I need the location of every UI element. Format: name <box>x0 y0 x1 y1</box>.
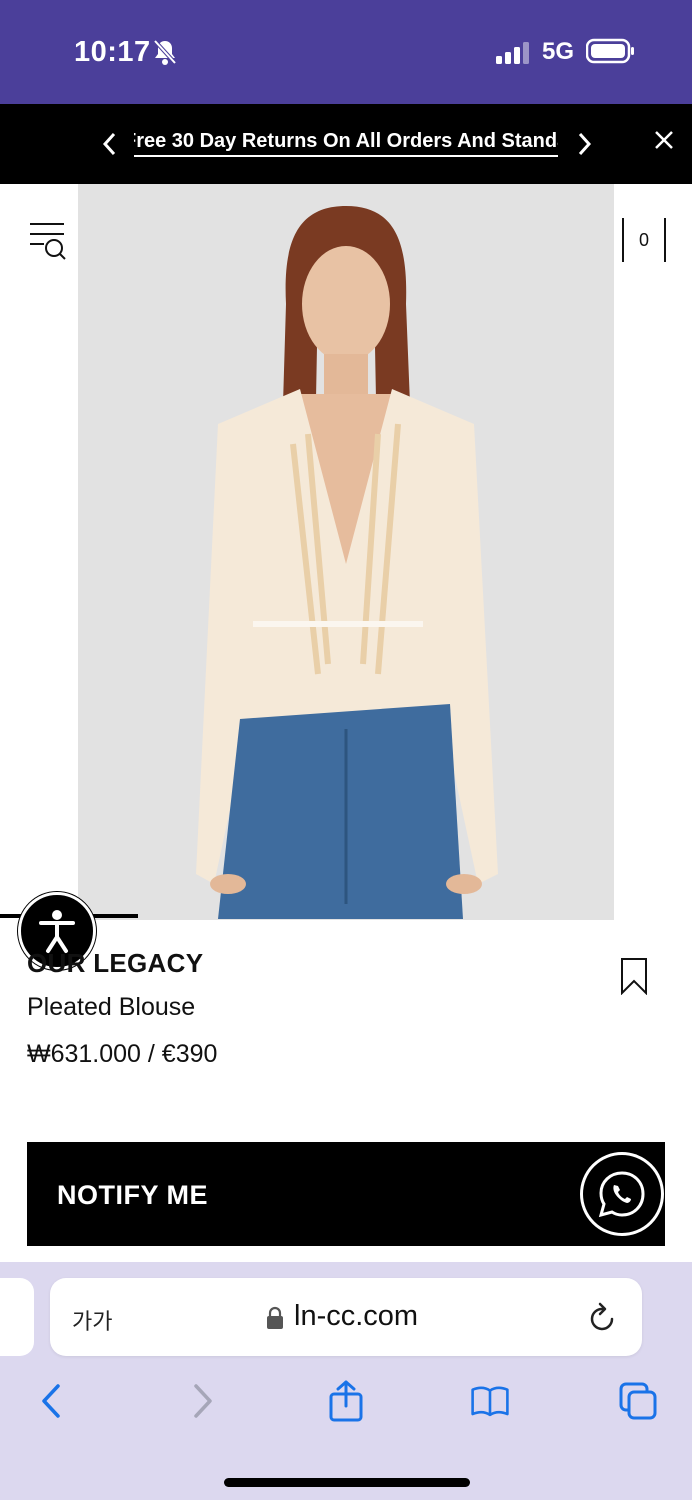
battery-icon <box>586 38 634 64</box>
previous-tab[interactable] <box>0 1278 34 1356</box>
product-price: ₩631.000 / €390 <box>27 1040 218 1068</box>
signal-icon <box>496 42 529 64</box>
cart-count: 0 <box>638 229 649 250</box>
menu-search-icon[interactable] <box>26 218 68 262</box>
announcement-bar: Free 30 Day Returns On All Orders And St… <box>0 104 692 184</box>
share-icon[interactable] <box>326 1380 366 1422</box>
status-bar: 10:17 5G <box>0 0 692 104</box>
notify-me-label: NOTIFY ME <box>57 1180 209 1210</box>
back-icon[interactable] <box>32 1380 72 1422</box>
url-text[interactable]: ln-cc.com <box>294 1300 418 1333</box>
notify-me-button[interactable]: NOTIFY ME <box>27 1142 665 1246</box>
forward-icon[interactable] <box>182 1380 222 1422</box>
text-size-button[interactable]: 가가 <box>72 1304 112 1336</box>
bookmarks-icon[interactable] <box>470 1380 510 1422</box>
status-time: 10:17 <box>74 36 151 68</box>
whatsapp-button[interactable] <box>580 1152 664 1236</box>
lock-icon <box>267 1306 283 1329</box>
announcement-text[interactable]: Free 30 Day Returns On All Orders And St… <box>134 130 558 157</box>
cart-button[interactable]: 0 <box>622 218 666 262</box>
chevron-left-icon[interactable] <box>96 128 124 160</box>
tabs-icon[interactable] <box>618 1380 658 1422</box>
product-photo <box>78 184 614 920</box>
bookmark-icon[interactable] <box>620 957 648 995</box>
network-label: 5G <box>542 38 575 65</box>
home-indicator <box>224 1478 470 1487</box>
reload-icon[interactable] <box>588 1302 618 1334</box>
brand-name[interactable]: OUR LEGACY <box>27 948 203 979</box>
announcement-window: Free 30 Day Returns On All Orders And St… <box>134 128 558 162</box>
whatsapp-icon <box>598 1171 645 1218</box>
bell-slash-icon <box>153 39 177 65</box>
product-image[interactable] <box>78 184 614 920</box>
product-name: Pleated Blouse <box>27 993 196 1021</box>
close-icon[interactable] <box>650 126 678 154</box>
chevron-right-icon[interactable] <box>570 128 598 160</box>
